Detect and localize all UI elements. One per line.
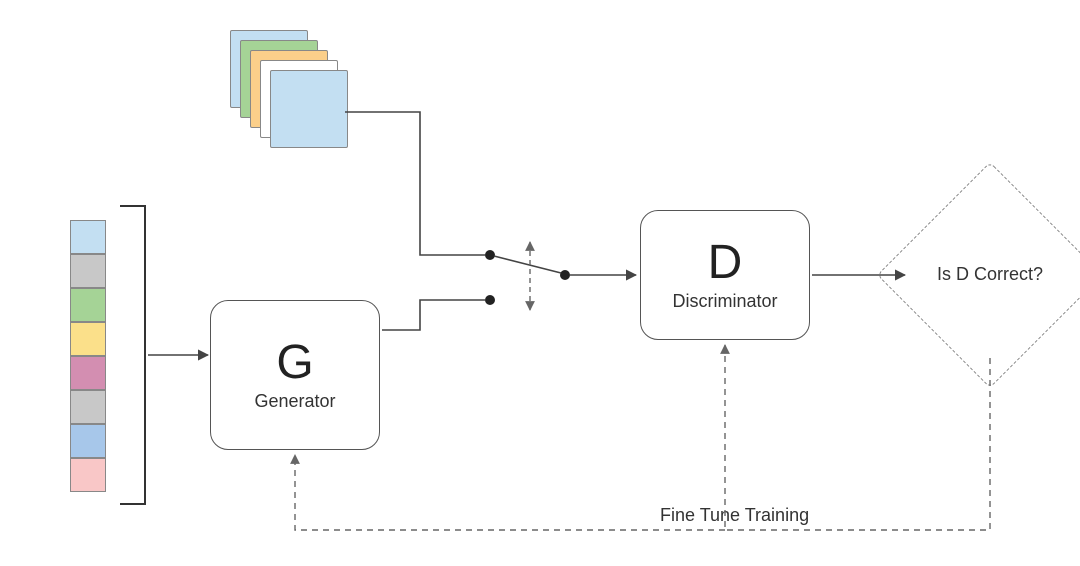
input-vector-cell — [70, 424, 106, 458]
feedback-label: Fine Tune Training — [660, 505, 809, 526]
input-vector-cell — [70, 356, 106, 390]
input-vector-cell — [70, 390, 106, 424]
discriminator-symbol: D — [708, 239, 743, 287]
real-images-stack — [230, 30, 350, 150]
generator-label: Generator — [254, 391, 335, 412]
generator-box: G Generator — [210, 300, 380, 450]
discriminator-box: D Discriminator — [640, 210, 810, 340]
input-vector-cell — [70, 254, 106, 288]
switch-node-bottom — [485, 295, 495, 305]
edge-generator-to-switch — [382, 300, 485, 330]
input-vector-cell — [70, 220, 106, 254]
real-image-card — [270, 70, 348, 148]
edge-feedback-to-discriminator — [725, 345, 990, 530]
edge-real-to-switch — [345, 112, 485, 255]
input-vector-cell — [70, 322, 106, 356]
input-vector-cell — [70, 288, 106, 322]
diagram-stage: G Generator D Discriminator Is D Correct… — [0, 0, 1080, 566]
generator-symbol: G — [276, 339, 313, 387]
switch-node-out — [560, 270, 570, 280]
switch-lever — [494, 256, 561, 273]
bracket-icon — [120, 205, 146, 505]
input-vector — [70, 220, 106, 492]
discriminator-label: Discriminator — [672, 291, 777, 312]
input-vector-cell — [70, 458, 106, 492]
switch-node-top — [485, 250, 495, 260]
diamond-icon — [877, 162, 1080, 388]
decision-node: Is D Correct? — [910, 195, 1070, 355]
